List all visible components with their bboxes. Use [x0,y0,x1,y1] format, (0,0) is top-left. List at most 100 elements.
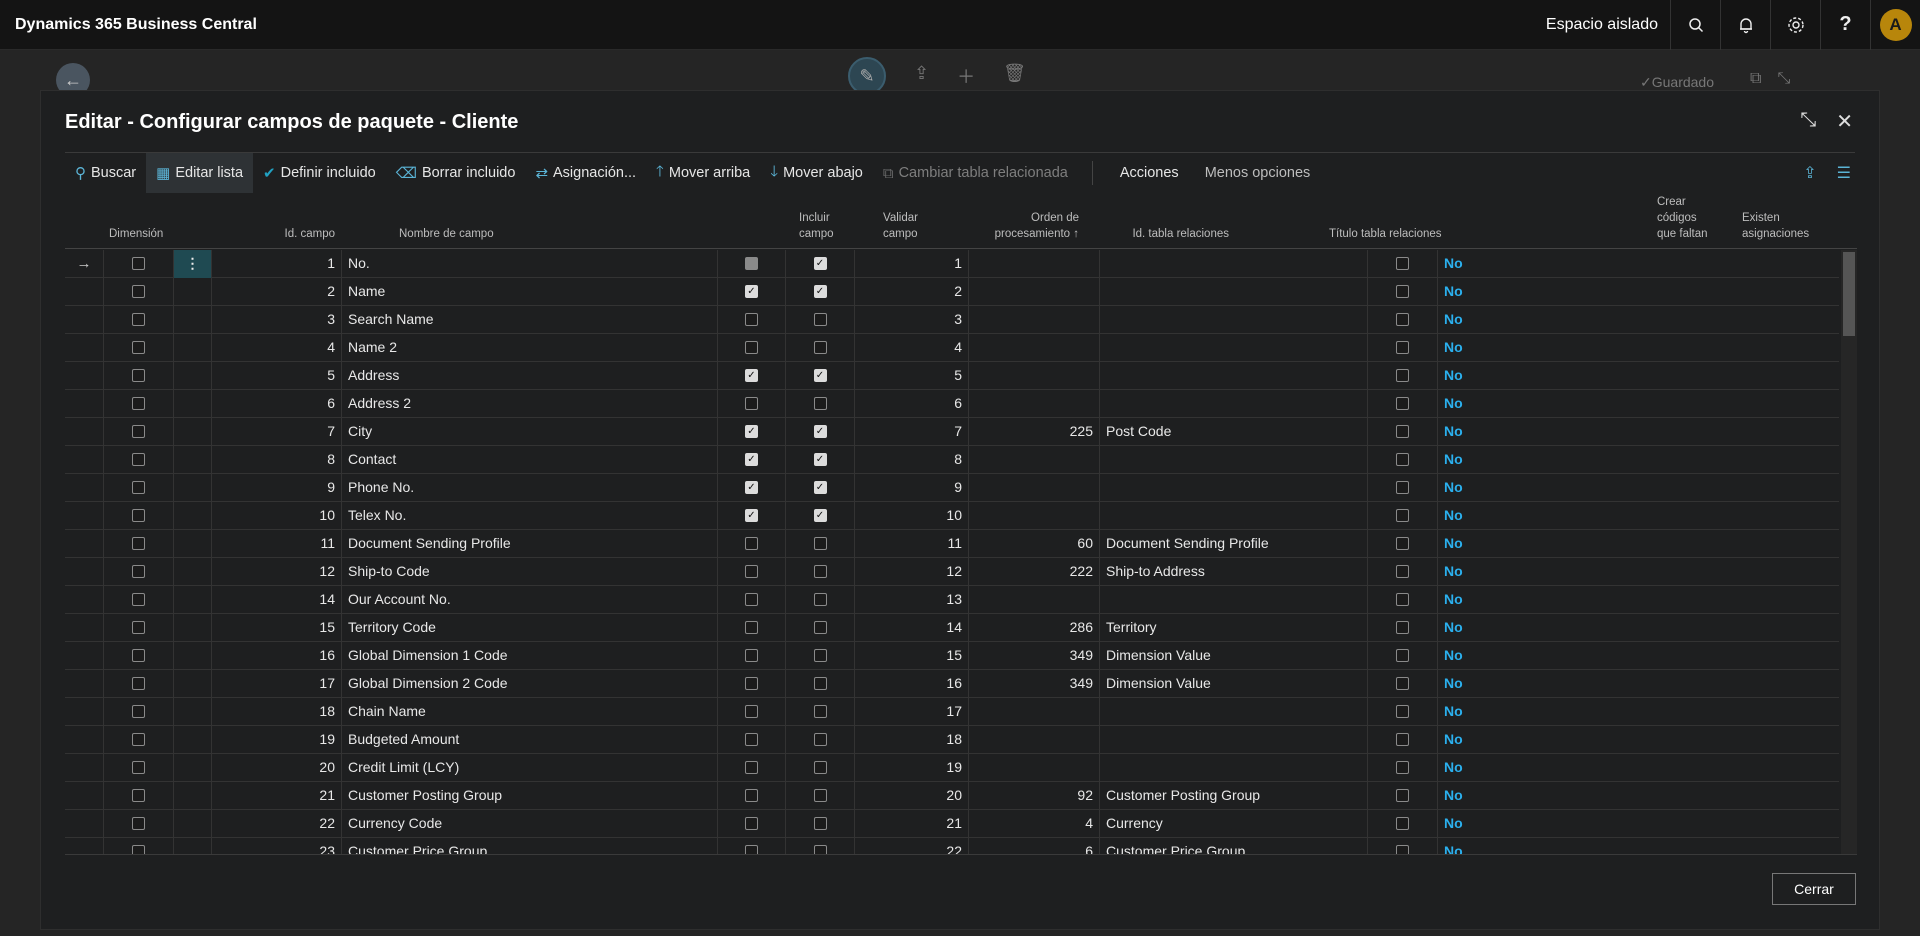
relation-table-id-cell[interactable]: 4 [968,810,1099,838]
row-menu-cell[interactable] [173,502,211,530]
include-field-cell[interactable] [717,726,785,754]
create-missing-codes-cell[interactable] [1367,390,1437,418]
create-missing-codes-checkbox[interactable] [1396,845,1409,854]
row-actions-menu-icon[interactable]: ⋮ [173,250,211,278]
validate-field-checkbox[interactable]: ✓ [813,509,827,522]
validate-field-cell[interactable]: ✓ [785,362,854,390]
relation-table-caption-cell[interactable] [1099,726,1367,754]
processing-order-cell[interactable]: 16 [854,670,968,698]
include-field-checkbox[interactable] [745,817,758,830]
dimension-cell[interactable] [103,642,173,670]
field-id-cell[interactable]: 8 [211,446,341,474]
field-name-cell[interactable]: Document Sending Profile [341,530,717,558]
row-menu-cell[interactable] [173,838,211,854]
dimension-cell[interactable] [103,474,173,502]
field-name-cell[interactable]: Chain Name [341,698,717,726]
relation-table-id-cell[interactable] [968,698,1099,726]
table-row[interactable]: 9 Phone No. ✓ ✓ 9 No [65,474,1839,502]
row-menu-cell[interactable] [173,446,211,474]
processing-order-cell[interactable]: 13 [854,586,968,614]
include-field-cell[interactable] [717,698,785,726]
processing-order-cell[interactable]: 6 [854,390,968,418]
include-field-checkbox[interactable]: ✓ [745,285,758,298]
dimension-checkbox[interactable] [132,789,145,802]
mappings-exist-link[interactable]: No [1437,278,1522,306]
relation-table-caption-cell[interactable] [1099,754,1367,782]
create-missing-codes-cell[interactable] [1367,782,1437,810]
include-field-cell[interactable] [717,390,785,418]
dimension-checkbox[interactable] [132,537,145,550]
create-missing-codes-checkbox[interactable] [1396,313,1409,326]
include-field-checkbox[interactable] [745,761,758,774]
row-menu-cell[interactable] [173,278,211,306]
include-field-cell[interactable] [717,838,785,854]
col-processing-order[interactable]: Orden de procesamiento ↑ [959,210,1079,242]
mappings-exist-link[interactable]: No [1437,390,1522,418]
dimension-cell[interactable] [103,306,173,334]
relation-table-caption-cell[interactable] [1099,250,1367,278]
dimension-cell[interactable] [103,838,173,854]
include-field-cell[interactable] [717,642,785,670]
dimension-checkbox[interactable] [132,341,145,354]
include-field-checkbox[interactable] [745,649,758,662]
dimension-cell[interactable] [103,390,173,418]
table-row[interactable]: 19 Budgeted Amount 18 No [65,726,1839,754]
dimension-cell[interactable] [103,362,173,390]
create-missing-codes-checkbox[interactable] [1396,369,1409,382]
col-validate-field[interactable]: Validar campo [883,210,918,242]
relation-table-caption-cell[interactable] [1099,698,1367,726]
dimension-checkbox[interactable] [132,481,145,494]
relation-table-id-cell[interactable] [968,726,1099,754]
dimension-checkbox[interactable] [132,817,145,830]
dimension-checkbox[interactable] [132,369,145,382]
row-menu-cell[interactable] [173,474,211,502]
validate-field-checkbox[interactable] [813,761,827,774]
include-field-cell[interactable]: ✓ [717,446,785,474]
table-row[interactable]: 5 Address ✓ ✓ 5 No [65,362,1839,390]
relation-table-caption-cell[interactable]: Customer Posting Group [1099,782,1367,810]
table-row[interactable]: 21 Customer Posting Group 20 92 Customer Pos… [65,782,1839,810]
close-button[interactable]: Cerrar [1772,873,1856,905]
mappings-exist-link[interactable]: No [1437,334,1522,362]
create-missing-codes-checkbox[interactable] [1396,621,1409,634]
processing-order-cell[interactable]: 10 [854,502,968,530]
field-name-cell[interactable]: Search Name [341,306,717,334]
row-menu-cell[interactable] [173,530,211,558]
create-missing-codes-checkbox[interactable] [1396,565,1409,578]
create-missing-codes-cell[interactable] [1367,362,1437,390]
table-row[interactable]: 15 Territory Code 14 286 Territory No [65,614,1839,642]
dimension-cell[interactable] [103,502,173,530]
share-icon[interactable]: ⇪ [1803,163,1816,183]
create-missing-codes-cell[interactable] [1367,754,1437,782]
include-field-cell[interactable] [717,670,785,698]
include-field-cell[interactable] [717,614,785,642]
relation-table-id-cell[interactable] [968,306,1099,334]
validate-field-checkbox[interactable] [813,677,827,690]
dimension-checkbox[interactable] [132,453,145,466]
vertical-scrollbar[interactable] [1841,250,1857,854]
field-id-cell[interactable]: 21 [211,782,341,810]
processing-order-cell[interactable]: 8 [854,446,968,474]
processing-order-cell[interactable]: 3 [854,306,968,334]
processing-order-cell[interactable]: 12 [854,558,968,586]
collapse-icon[interactable]: ⤡ [1777,70,1790,88]
create-missing-codes-cell[interactable] [1367,558,1437,586]
field-id-cell[interactable]: 23 [211,838,341,854]
processing-order-cell[interactable]: 1 [854,250,968,278]
include-field-cell[interactable] [717,782,785,810]
create-missing-codes-checkbox[interactable] [1396,285,1409,298]
clear-included-action[interactable]: ⌫ Borrar incluido [386,153,526,193]
dimension-cell[interactable] [103,558,173,586]
include-field-cell[interactable]: ✓ [717,362,785,390]
create-missing-codes-checkbox[interactable] [1396,509,1409,522]
create-missing-codes-cell[interactable] [1367,278,1437,306]
dimension-cell[interactable] [103,726,173,754]
validate-field-checkbox[interactable] [813,621,827,634]
validate-field-cell[interactable] [785,586,854,614]
close-icon[interactable]: ✕ [1836,109,1853,134]
row-menu-cell[interactable] [173,390,211,418]
create-missing-codes-cell[interactable] [1367,726,1437,754]
validate-field-checkbox[interactable] [813,341,827,354]
row-menu-cell[interactable] [173,754,211,782]
validate-field-cell[interactable] [785,782,854,810]
